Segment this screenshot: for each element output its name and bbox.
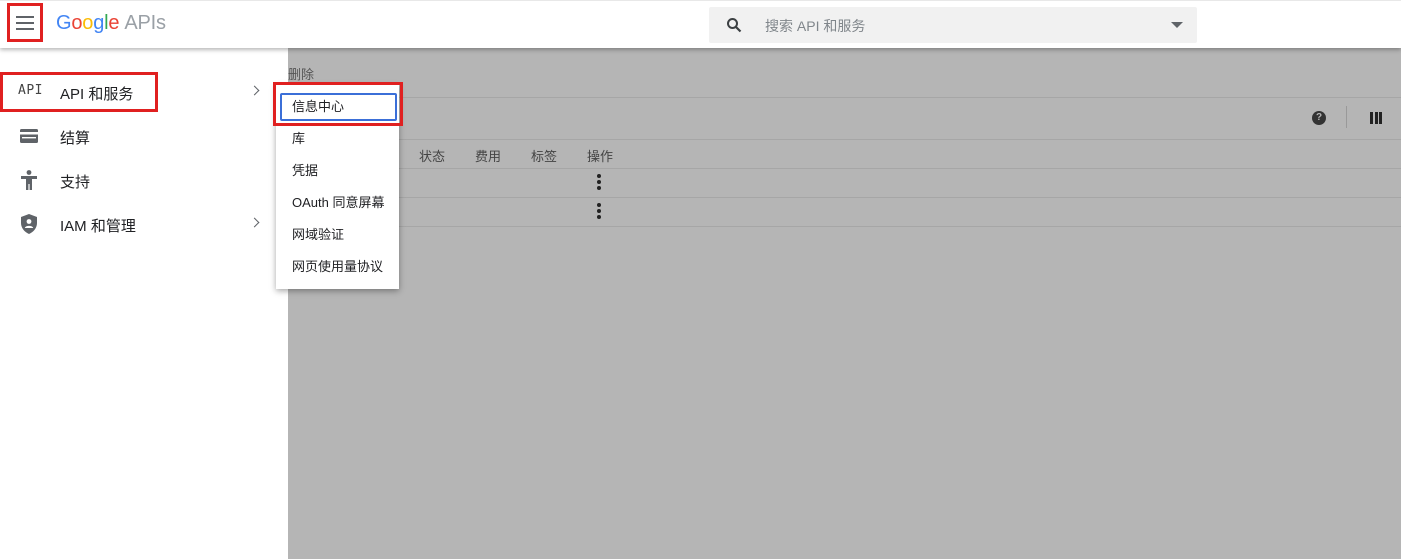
top-bar: Google APIs 搜索 API 和服务 xyxy=(0,0,1401,48)
billing-icon xyxy=(20,129,38,143)
toolbar-divider xyxy=(1346,106,1347,128)
submenu-item-credentials[interactable]: 凭据 xyxy=(276,152,399,184)
divider xyxy=(288,197,1401,198)
main-menu-button[interactable] xyxy=(7,3,43,42)
column-header-actions: 操作 xyxy=(587,149,614,164)
column-header-cost: 费用 xyxy=(475,149,502,164)
nav-item-label: API 和服务 xyxy=(60,86,134,103)
column-display-icon xyxy=(1370,112,1382,124)
divider xyxy=(288,226,1401,227)
support-icon xyxy=(21,170,37,190)
nav-item-api-services[interactable]: API API 和服务 xyxy=(0,70,288,114)
submenu-item-oauth-consent[interactable]: OAuth 同意屏幕 xyxy=(276,184,399,216)
api-services-submenu: 信息中心 库 凭据 OAuth 同意屏幕 网域验证 网页使用量协议 xyxy=(276,85,399,289)
chevron-right-icon xyxy=(249,85,260,96)
help-icon: ? xyxy=(1312,111,1326,125)
submenu-item-library[interactable]: 库 xyxy=(276,120,399,152)
divider xyxy=(288,168,1401,169)
nav-item-iam-admin[interactable]: IAM 和管理 xyxy=(0,202,288,246)
column-header-labels: 标签 xyxy=(531,149,558,164)
google-apis-logo[interactable]: Google APIs xyxy=(56,12,166,35)
divider xyxy=(288,97,1401,98)
hamburger-icon xyxy=(16,15,34,30)
submenu-item-page-usage[interactable]: 网页使用量协议 xyxy=(276,248,399,280)
nav-item-label: IAM 和管理 xyxy=(60,218,136,235)
submenu-item-dashboard[interactable]: 信息中心 xyxy=(276,88,399,121)
nav-item-label: 支持 xyxy=(60,174,91,191)
search-box[interactable]: 搜索 API 和服务 xyxy=(709,7,1197,43)
nav-item-support[interactable]: 支持 xyxy=(0,158,288,202)
submenu-item-domain-verification[interactable]: 网域验证 xyxy=(276,216,399,248)
divider xyxy=(288,139,1401,140)
toolbar-delete-label: 删除 xyxy=(288,67,315,82)
column-header-status: 状态 xyxy=(419,149,446,164)
navigation-drawer: API API 和服务 结算 支持 IAM 和管理 xyxy=(0,48,288,559)
chevron-right-icon xyxy=(249,217,260,228)
search-input[interactable]: 搜索 API 和服务 xyxy=(765,16,865,36)
row-actions-icon xyxy=(597,174,601,192)
search-icon xyxy=(727,18,742,33)
nav-item-billing[interactable]: 结算 xyxy=(0,114,288,158)
search-dropdown-icon[interactable] xyxy=(1171,22,1183,28)
iam-shield-icon xyxy=(21,214,37,234)
api-icon: API xyxy=(18,83,43,98)
row-actions-icon xyxy=(597,203,601,221)
nav-item-label: 结算 xyxy=(60,130,91,147)
